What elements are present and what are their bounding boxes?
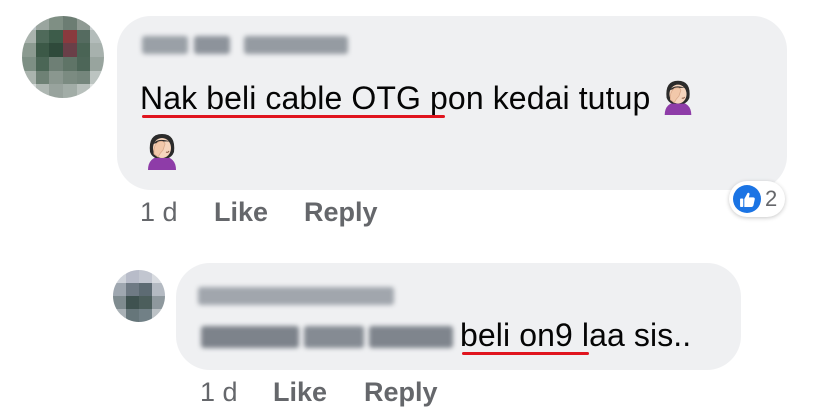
replier-avatar[interactable] — [113, 270, 165, 322]
reply-timestamp[interactable]: 1 d — [200, 377, 238, 408]
like-icon — [733, 185, 761, 213]
comment-highlighted-text: Nak beli cable OTG — [140, 80, 422, 116]
red-underline-mark — [142, 115, 445, 118]
reaction-badge[interactable]: 2 — [729, 181, 786, 217]
reply-text-rest: laa sis.. — [572, 317, 692, 353]
commenter-avatar[interactable] — [22, 16, 104, 98]
like-button[interactable]: Like — [273, 377, 327, 408]
reply-button[interactable]: Reply — [364, 377, 438, 408]
reply-button[interactable]: Reply — [304, 197, 378, 228]
like-button[interactable]: Like — [214, 197, 268, 228]
comment-text: Nak beli cable OTG pon kedai tutup — [140, 76, 697, 120]
reply-text: beli on9 laa sis.. — [460, 313, 691, 357]
reaction-count: 2 — [765, 186, 778, 211]
woman-facepalming-emoji — [148, 134, 176, 170]
red-underline-mark — [462, 352, 589, 355]
reply-highlighted-text: beli on9 — [460, 317, 573, 353]
comment-text-rest: pon kedai tutup — [421, 80, 660, 116]
comment-timestamp[interactable]: 1 d — [140, 197, 178, 228]
woman-facepalming-emoji — [665, 80, 692, 115]
